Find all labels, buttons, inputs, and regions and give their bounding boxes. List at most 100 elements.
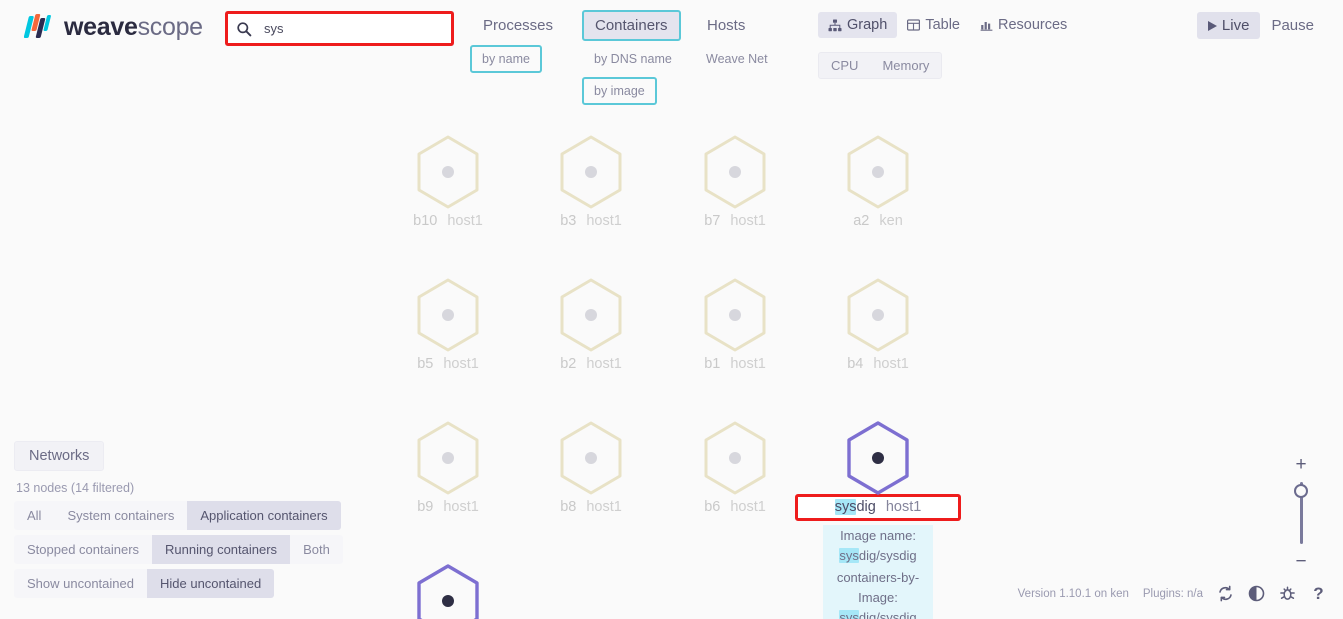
- graph-node-b6[interactable]: b6 host1: [680, 421, 790, 515]
- graph-node-a2[interactable]: a2 ken: [823, 135, 933, 229]
- graph-node-b1[interactable]: b1 host1: [680, 278, 790, 372]
- filter-group-1: Stopped containers Running containers Both: [14, 535, 343, 564]
- graph-node-sysdig[interactable]: sysdig host1 Image name: sysdig/sysdig cont…: [823, 421, 933, 619]
- node-label: b3 host1: [560, 213, 622, 229]
- filter-application-containers[interactable]: Application containers: [187, 501, 341, 530]
- filter-group-0: All System containers Application containe…: [14, 501, 341, 530]
- plugins-label: Plugins: n/a: [1142, 587, 1203, 600]
- filter-both[interactable]: Both: [290, 535, 343, 564]
- version-label: Version 1.10.1 on ken: [1017, 587, 1129, 600]
- time-controls: Live Pause: [1196, 12, 1325, 39]
- metric-switcher: CPU Memory: [818, 52, 943, 79]
- filter-groups: All System containers Application containe…: [14, 501, 374, 598]
- graph-node-b2[interactable]: b2 host1: [536, 278, 646, 372]
- view-graph[interactable]: Graph: [818, 12, 898, 38]
- weave-logo-icon: [23, 12, 56, 42]
- hexagon-icon: [558, 278, 624, 352]
- refresh-icon[interactable]: [1217, 585, 1234, 602]
- view-table[interactable]: Table: [897, 12, 970, 38]
- topology-containers[interactable]: Containers: [582, 10, 681, 41]
- filter-show-uncontained[interactable]: Show uncontained: [14, 569, 147, 598]
- node-count-label: 13 nodes (14 filtered): [16, 481, 135, 495]
- troubleshoot-icon[interactable]: [1279, 585, 1296, 602]
- topology-processes[interactable]: Processes: [470, 10, 566, 41]
- hexagon-icon: [415, 135, 481, 209]
- node-label: b4 host1: [847, 356, 909, 372]
- hexagon-icon: [415, 278, 481, 352]
- search-icon: [237, 21, 252, 36]
- graph-node-b4[interactable]: b4 host1: [823, 278, 933, 372]
- pause-label: Pause: [1271, 17, 1314, 34]
- topology-hosts[interactable]: Hosts: [694, 10, 758, 41]
- footer: Version 1.10.1 on ken Plugins: n/a ?: [1018, 585, 1327, 602]
- graph-icon: [828, 19, 842, 31]
- weave-scope-app: weavescope Processes by name Containers …: [0, 0, 1343, 619]
- node-label: a2 ken: [853, 213, 903, 229]
- node-search-matches: Image name: sysdig/sysdig containers-by-I…: [823, 525, 933, 619]
- node-label: sysdig host1: [834, 499, 922, 515]
- graph-node-b3[interactable]: b3 host1: [536, 135, 646, 229]
- view-table-label: Table: [925, 17, 960, 33]
- graph-node-b8[interactable]: b8 host1: [536, 421, 646, 515]
- zoom-in-button[interactable]: +: [1295, 455, 1306, 474]
- topology-sub-by-dns-name[interactable]: by DNS name: [582, 45, 684, 73]
- filter-hide-uncontained[interactable]: Hide uncontained: [146, 569, 275, 598]
- hexagon-icon: [702, 135, 768, 209]
- filter-all[interactable]: All: [14, 501, 54, 530]
- match-line: Image name: sysdig/sysdig: [823, 525, 933, 567]
- live-label: Live: [1221, 17, 1250, 34]
- graph-node-b9[interactable]: b9 host1: [393, 421, 503, 515]
- networks-button[interactable]: Networks: [14, 441, 105, 471]
- graph-node-b10[interactable]: b10 host1: [393, 135, 503, 229]
- contrast-icon[interactable]: [1248, 585, 1265, 602]
- filter-system-containers[interactable]: System containers: [54, 501, 187, 530]
- node-label: b1 host1: [704, 356, 766, 372]
- metric-memory[interactable]: Memory: [870, 53, 941, 78]
- resources-icon: [980, 22, 993, 31]
- node-label: b5 host1: [417, 356, 479, 372]
- zoom-out-button[interactable]: −: [1295, 552, 1306, 571]
- node-label: b9 host1: [417, 499, 479, 515]
- view-resources-label: Resources: [997, 17, 1068, 33]
- live-button[interactable]: Live: [1196, 12, 1261, 39]
- graph-node-b7[interactable]: b7 host1: [680, 135, 790, 229]
- hexagon-icon: [702, 278, 768, 352]
- filter-group-2: Show uncontained Hide uncontained: [14, 569, 275, 598]
- search-input[interactable]: [264, 21, 443, 36]
- hexagon-icon: [845, 421, 911, 495]
- logo-text: weavescope: [64, 13, 203, 42]
- table-icon: [907, 19, 921, 31]
- search-box[interactable]: [225, 11, 454, 46]
- topology-column-processes: Processes by name: [470, 10, 582, 105]
- hexagon-icon: [702, 421, 768, 495]
- filter-running-containers[interactable]: Running containers: [152, 535, 291, 564]
- view-resources[interactable]: Resources: [970, 12, 1077, 38]
- graph-controls: Networks 13 nodes (14 filtered) All Syste…: [14, 441, 374, 603]
- metric-cpu[interactable]: CPU: [819, 53, 870, 78]
- zoom-slider-track[interactable]: [1294, 482, 1308, 544]
- svg-text:?: ?: [1313, 585, 1323, 602]
- graph-node-partial[interactable]: [393, 564, 503, 619]
- topology-sub-by-name[interactable]: by name: [470, 45, 542, 73]
- topology-sub-weave-net[interactable]: Weave Net: [694, 45, 780, 73]
- graph-node-b5[interactable]: b5 host1: [393, 278, 503, 372]
- hexagon-icon: [558, 421, 624, 495]
- match-line: containers-by-Image: sysdig/sysdig: [823, 567, 933, 619]
- topology-nav: Processes by name Containers by DNS name…: [470, 10, 806, 105]
- pause-button[interactable]: Pause: [1260, 12, 1325, 39]
- logo-scope: scope: [137, 12, 204, 41]
- zoom-control[interactable]: + −: [1289, 455, 1313, 571]
- node-label: b10 host1: [413, 213, 483, 229]
- app-logo[interactable]: weavescope: [23, 12, 203, 42]
- play-icon: [1207, 20, 1217, 31]
- view-switcher: Graph Table Resources: [818, 12, 1077, 38]
- topology-column-hosts: Hosts Weave Net: [694, 10, 806, 105]
- filter-stopped-containers[interactable]: Stopped containers: [14, 535, 152, 564]
- help-icon[interactable]: ?: [1310, 585, 1327, 602]
- view-graph-label: Graph: [847, 17, 888, 33]
- hexagon-icon: [415, 421, 481, 495]
- node-label: b8 host1: [560, 499, 622, 515]
- zoom-slider-handle[interactable]: [1294, 484, 1308, 498]
- node-label: b7 host1: [704, 213, 766, 229]
- hexagon-icon: [845, 135, 911, 209]
